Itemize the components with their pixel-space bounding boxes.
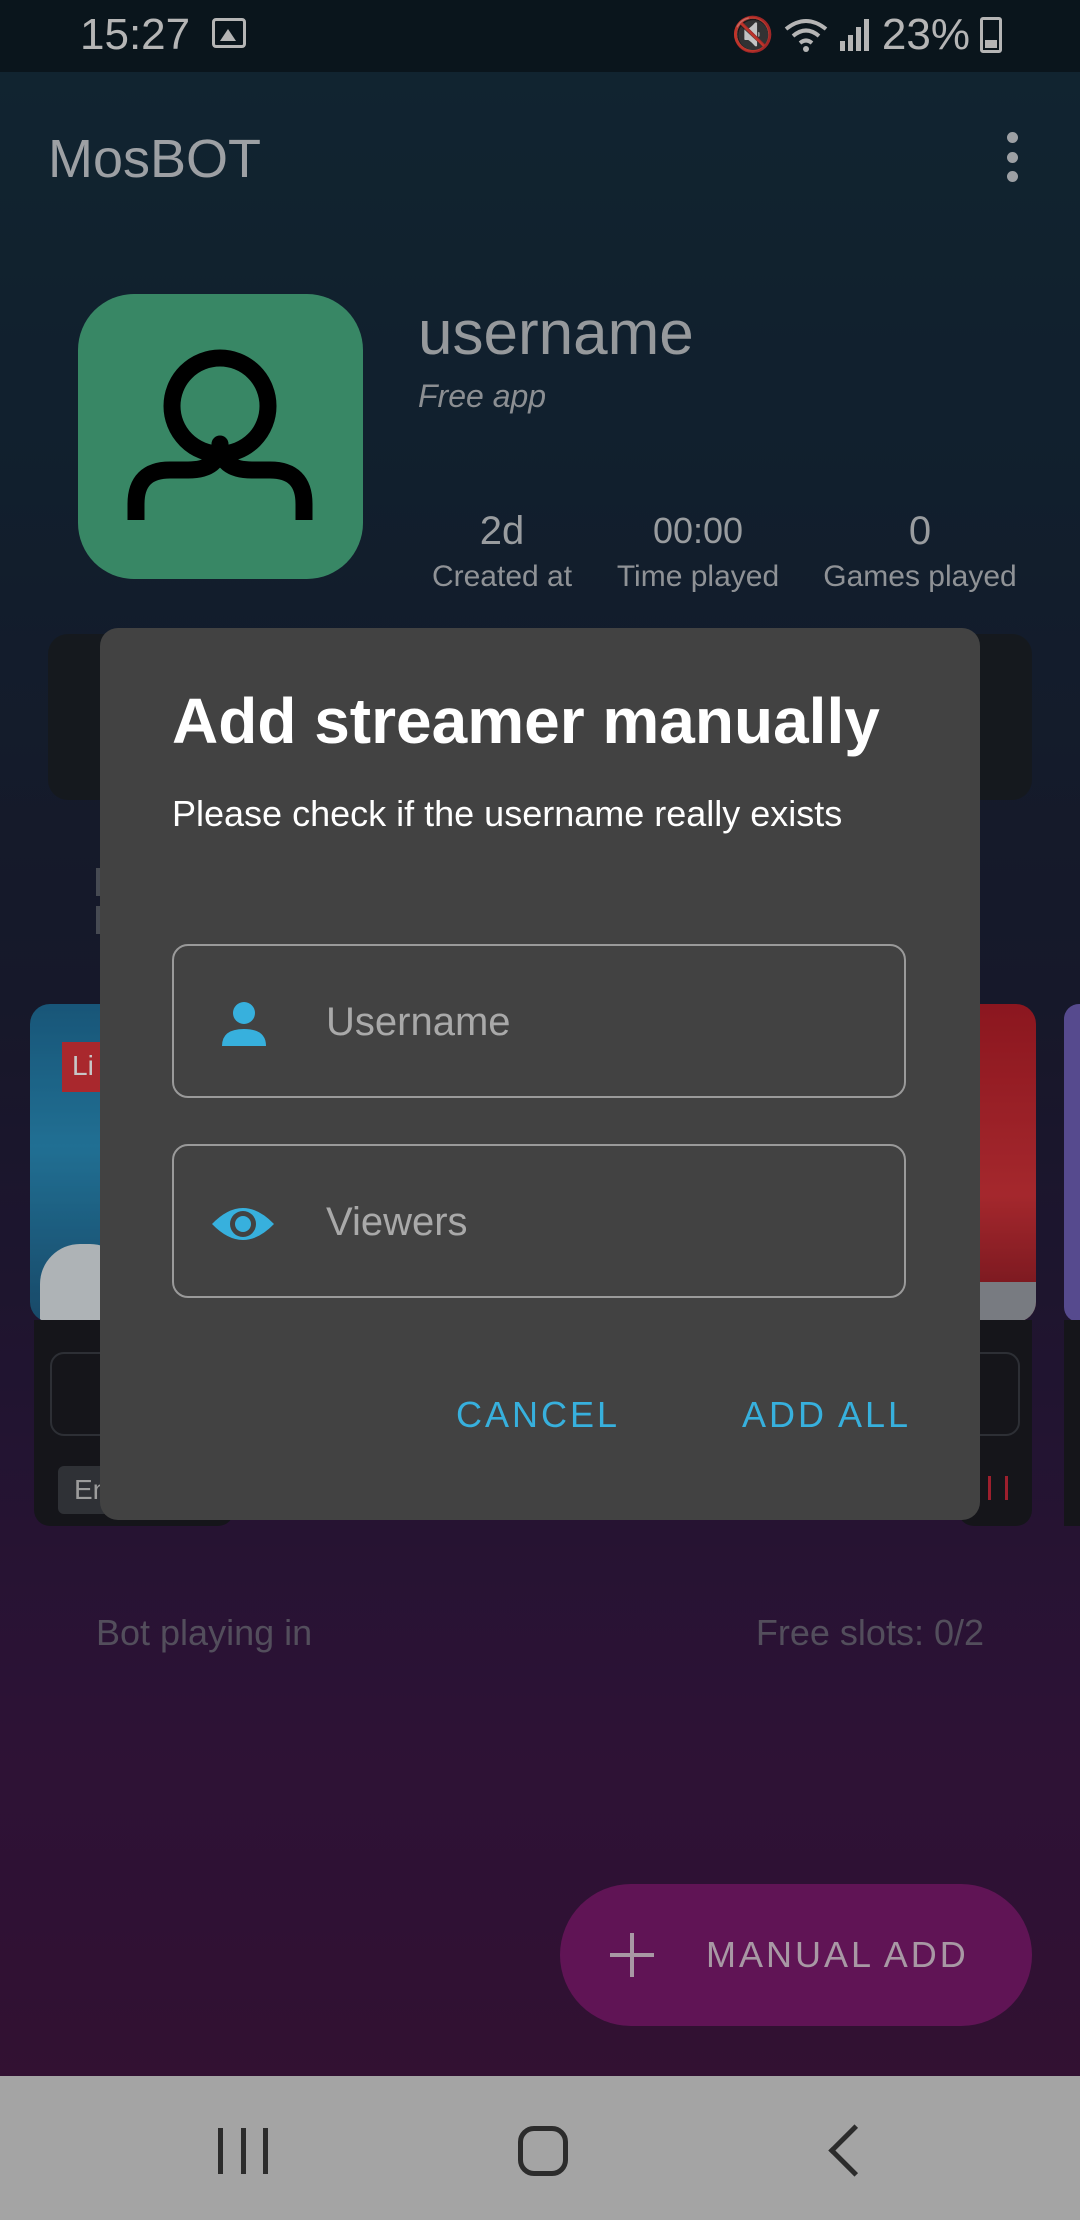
dialog-title: Add streamer manually — [172, 685, 880, 757]
eye-icon — [212, 1208, 274, 1240]
username-field[interactable] — [172, 944, 906, 1098]
cancel-button[interactable]: CANCEL — [456, 1394, 620, 1436]
viewers-field[interactable] — [172, 1144, 906, 1298]
viewers-input[interactable] — [326, 1186, 866, 1258]
recent-apps-icon[interactable] — [218, 2128, 268, 2174]
home-icon[interactable] — [518, 2126, 568, 2176]
add-streamer-dialog: Add streamer manually Please check if th… — [100, 628, 980, 1520]
username-input[interactable] — [326, 986, 866, 1058]
system-nav-bar — [0, 2076, 1080, 2220]
back-icon[interactable] — [828, 2124, 881, 2177]
dialog-message: Please check if the username really exis… — [172, 793, 843, 834]
app-screen: 15:27 🔇 23% MosBOT username Free app 2d … — [0, 0, 1080, 2220]
add-all-button[interactable]: ADD ALL — [742, 1394, 911, 1436]
person-icon — [222, 1002, 266, 1046]
